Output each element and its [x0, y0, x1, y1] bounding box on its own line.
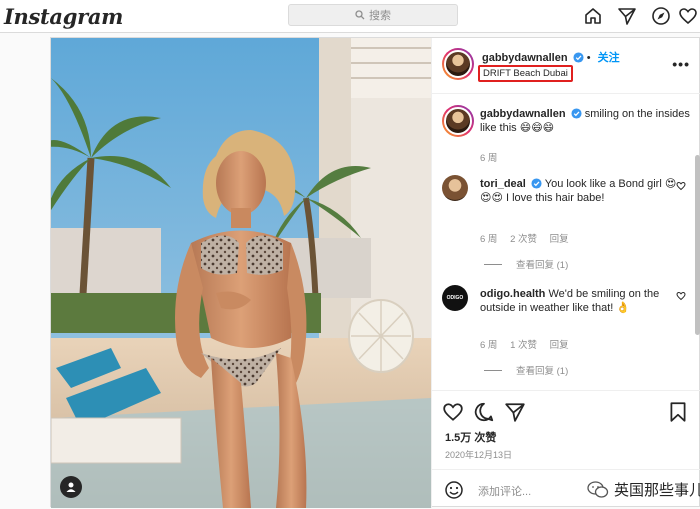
top-bar: Instagram 搜索	[0, 0, 700, 33]
share-icon[interactable]	[504, 401, 526, 423]
comment-username[interactable]: tori_deal	[480, 178, 526, 190]
search-placeholder: 搜索	[369, 10, 391, 22]
search-input[interactable]: 搜索	[288, 4, 458, 26]
comment-text: babe!	[576, 192, 605, 204]
post-actions: 1.5万 次赞 2020年12月13日 添加评论... 英国那些事儿	[432, 390, 700, 508]
comment-emoji: 👌	[616, 302, 631, 314]
home-icon[interactable]	[576, 4, 610, 28]
explore-icon[interactable]	[644, 4, 678, 28]
follow-button[interactable]: 关注	[598, 52, 620, 64]
like-comment-icon[interactable]	[676, 181, 686, 191]
user-tag-icon[interactable]	[60, 476, 82, 498]
comment-avatar[interactable]: ODIGO	[442, 285, 468, 311]
view-replies-button[interactable]: 查看回复 (1)	[484, 257, 568, 271]
comment-time[interactable]: 6 周	[480, 234, 497, 245]
instagram-logo[interactable]: Instagram	[4, 4, 123, 29]
comment-likes[interactable]: 1 次赞	[510, 340, 537, 351]
comment-meta: 6 周 1 次赞 回复	[480, 337, 579, 351]
post-sidebar: gabbydawnallen • 关注 DRIFT Beach Dubai ••…	[431, 38, 700, 508]
nav-icons	[576, 4, 700, 28]
author-line: gabbydawnallen • 关注	[482, 52, 620, 64]
watermark-text: 英国那些事儿	[614, 482, 700, 499]
comment-likes[interactable]: 2 次赞	[510, 234, 537, 245]
search-icon	[355, 10, 365, 20]
post-card: gabbydawnallen • 关注 DRIFT Beach Dubai ••…	[50, 37, 700, 508]
caption-meta: 6 周	[480, 150, 507, 164]
reply-button[interactable]: 回复	[550, 234, 569, 245]
activity-icon[interactable]	[678, 4, 700, 28]
emoji-icon[interactable]	[444, 480, 464, 500]
view-replies-button[interactable]: 查看回复 (1)	[484, 363, 568, 377]
add-comment-input[interactable]: 添加评论...	[478, 483, 531, 499]
verified-badge-icon	[573, 52, 584, 63]
view-replies-label: 查看回复 (1)	[516, 260, 569, 271]
caption-username[interactable]: gabbydawnallen	[480, 108, 566, 120]
more-options-icon[interactable]: •••	[672, 56, 690, 72]
like-icon[interactable]	[442, 401, 464, 423]
comment-text: girl	[647, 178, 662, 190]
caption-avatar[interactable]	[442, 105, 474, 137]
wechat-icon	[587, 480, 609, 498]
comment-avatar[interactable]	[442, 175, 468, 201]
direct-icon[interactable]	[610, 4, 644, 28]
comment-text: We'd be smiling on	[548, 288, 641, 300]
bookmark-icon[interactable]	[668, 401, 688, 423]
likes-count[interactable]: 1.5万 次赞	[445, 429, 496, 445]
reply-button[interactable]: 回复	[550, 340, 569, 351]
author-username[interactable]: gabbydawnallen	[482, 52, 568, 64]
verified-badge-icon	[571, 108, 582, 119]
like-comment-icon[interactable]	[676, 291, 686, 301]
caption: gabbydawnallen smiling on the insides li…	[432, 105, 694, 165]
post-header: gabbydawnallen • 关注 DRIFT Beach Dubai ••…	[432, 38, 700, 94]
comments-list: gabbydawnallen smiling on the insides li…	[432, 95, 700, 390]
comment-icon[interactable]	[473, 401, 495, 423]
comment-item: ODIGO odigo.health We'd be smiling on th…	[432, 285, 694, 385]
post-photo[interactable]	[51, 38, 431, 508]
caption-emojis: 😄😄😄	[519, 122, 555, 134]
author-avatar[interactable]	[442, 48, 474, 80]
comment-text: I love this hair	[506, 192, 574, 204]
comments-scrollbar[interactable]	[695, 155, 700, 335]
view-replies-label: 查看回复 (1)	[516, 366, 569, 377]
comment-item: tori_deal You look like a Bond girl 😍😍😍 …	[432, 175, 694, 275]
comment-text: You look like a Bond	[544, 178, 645, 190]
comment-time[interactable]: 6 周	[480, 340, 497, 351]
post-date: 2020年12月13日	[445, 450, 513, 460]
location-link[interactable]: DRIFT Beach Dubai	[478, 65, 573, 82]
comment-username[interactable]: odigo.health	[480, 288, 545, 300]
action-icons	[442, 401, 535, 423]
add-comment-bar: 添加评论... 英国那些事儿	[432, 469, 700, 509]
post-image	[51, 38, 431, 508]
verified-badge-icon	[531, 178, 542, 189]
comment-meta: 6 周 2 次赞 回复	[480, 231, 579, 245]
watermark: 英国那些事儿	[587, 479, 700, 500]
caption-time[interactable]: 6 周	[480, 153, 497, 164]
